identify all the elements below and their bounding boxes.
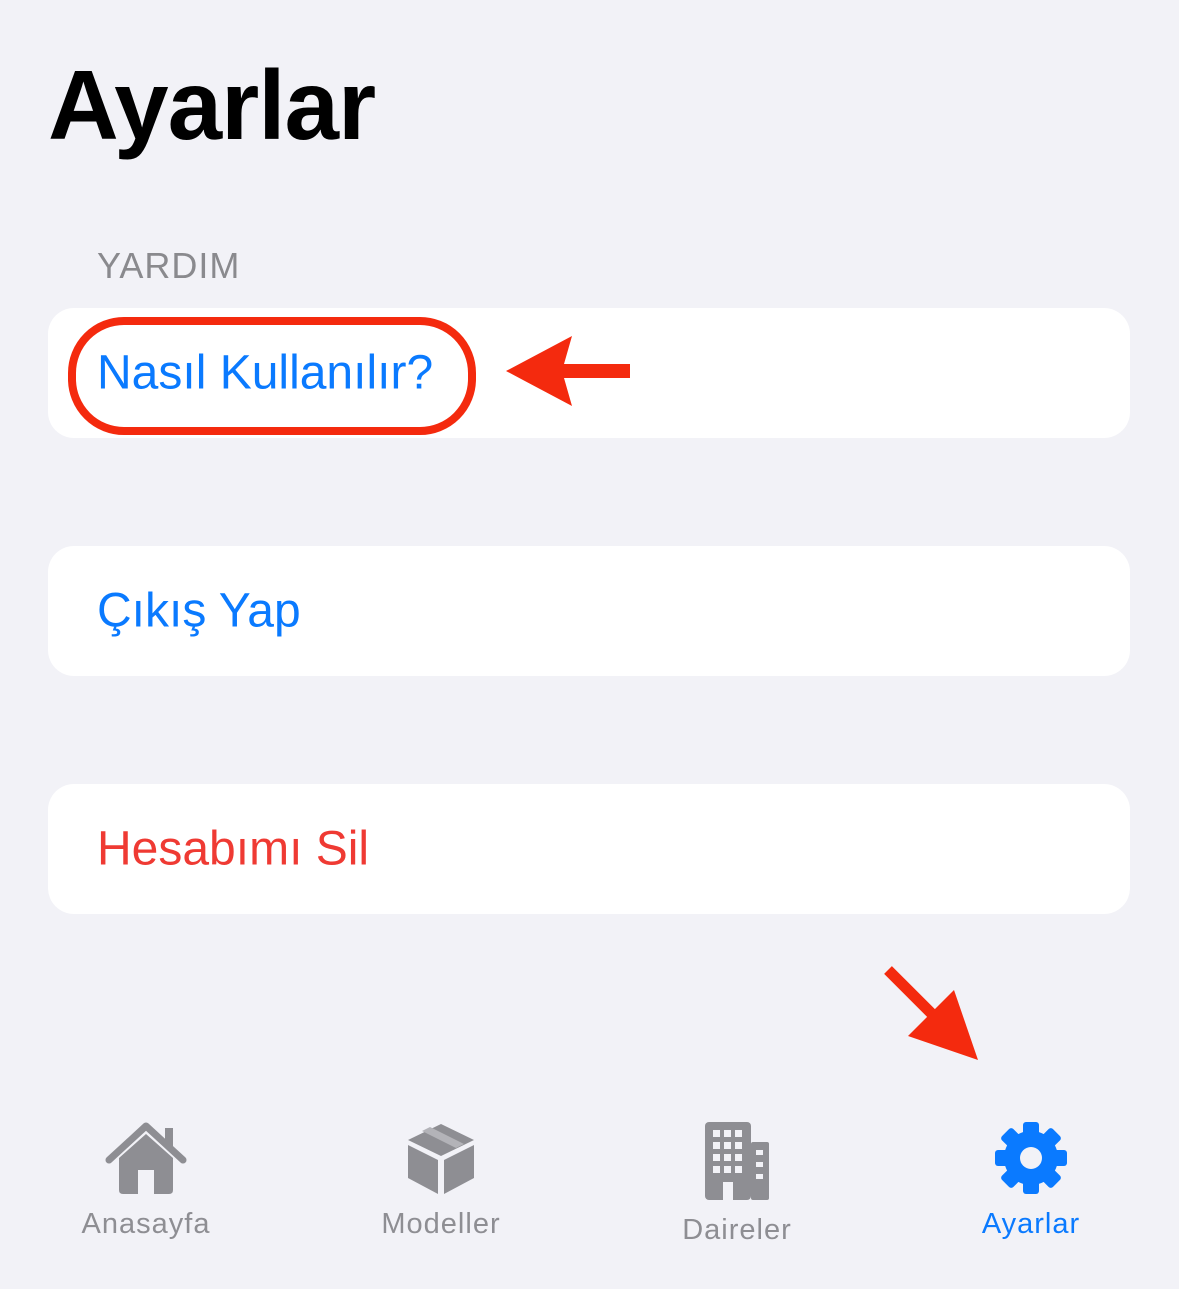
tab-home-label: Anasayfa: [81, 1208, 211, 1240]
how-to-use-label: Nasıl Kullanılır?: [97, 346, 434, 400]
tab-settings-label: Ayarlar: [981, 1208, 1081, 1240]
tab-home[interactable]: Anasayfa: [36, 1120, 256, 1260]
tab-flats[interactable]: Daireler: [627, 1120, 847, 1260]
tab-bar: Anasayfa Modeller Daireler Ayarlar: [0, 1100, 1179, 1289]
tab-settings[interactable]: Ayarlar: [921, 1120, 1141, 1260]
logout-row[interactable]: Çıkış Yap: [48, 546, 1130, 676]
house-icon: [105, 1122, 187, 1194]
tab-flats-label: Daireler: [682, 1214, 792, 1246]
how-to-use-row[interactable]: Nasıl Kullanılır?: [48, 308, 1130, 438]
tab-models[interactable]: Modeller: [331, 1120, 551, 1260]
gear-icon: [995, 1122, 1067, 1194]
tab-models-label: Modeller: [381, 1208, 501, 1240]
annotation-arrow-down-right-icon: [884, 966, 978, 1060]
logout-label: Çıkış Yap: [97, 584, 301, 638]
cube-box-icon: [408, 1124, 474, 1194]
delete-account-row[interactable]: Hesabımı Sil: [48, 784, 1130, 914]
delete-account-label: Hesabımı Sil: [97, 822, 370, 876]
building-icon: [705, 1122, 769, 1200]
page-title: Ayarlar: [48, 50, 376, 160]
section-header-help: YARDIM: [97, 245, 241, 286]
